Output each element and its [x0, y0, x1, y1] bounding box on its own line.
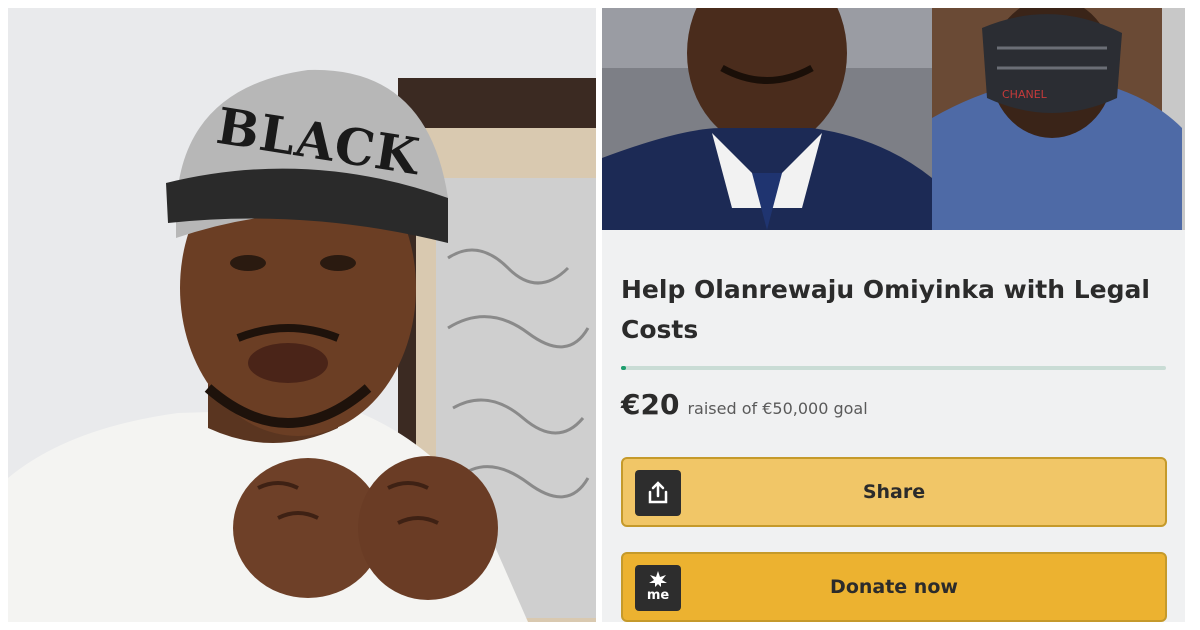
gofundme-me-icon: me — [635, 565, 681, 611]
left-portrait-photo: BLACK — [8, 8, 596, 622]
donate-label: Donate now — [830, 576, 958, 598]
portrait-illustration — [8, 8, 596, 622]
campaign-photo-strip: CHANEL — [602, 8, 1185, 230]
campaign-photos: CHANEL — [602, 8, 1185, 230]
progress-fill — [621, 366, 626, 370]
share-button[interactable]: Share — [621, 457, 1167, 527]
campaign-title: Help Olanrewaju Omiyinka with Legal Cost… — [621, 275, 1150, 344]
progress-bar — [621, 366, 1166, 370]
share-label: Share — [862, 481, 926, 503]
goal-text: raised of €50,000 goal — [687, 399, 868, 418]
mask-brand-text: CHANEL — [1002, 88, 1048, 101]
amount-summary: €20 raised of €50,000 goal — [621, 388, 868, 421]
donate-now-button[interactable]: me Donate now — [621, 552, 1167, 622]
fundraiser-panel: CHANEL Help Olanrewaju Omiyinka with Leg… — [602, 8, 1185, 622]
share-upload-icon — [635, 470, 681, 516]
amount-raised: €20 — [621, 388, 680, 421]
